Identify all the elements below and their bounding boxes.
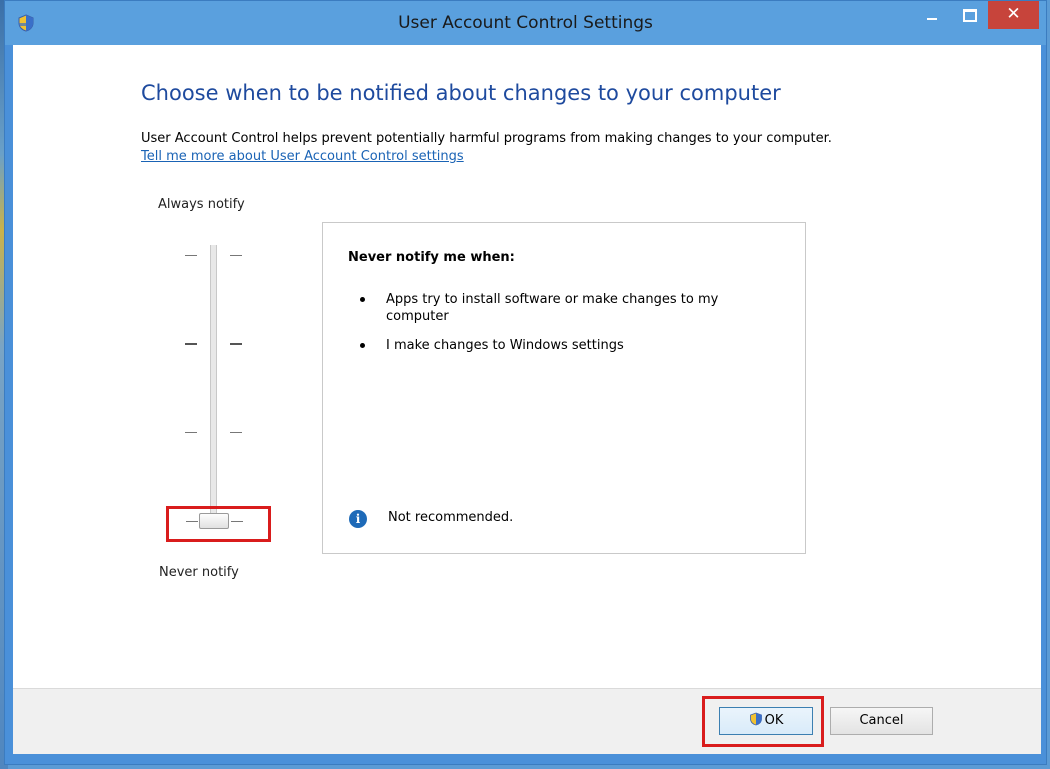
help-link[interactable]: Tell me more about User Account Control … bbox=[141, 149, 464, 164]
panel-heading: Never notify me when: bbox=[348, 250, 515, 265]
slider-top-label: Always notify bbox=[158, 197, 245, 212]
info-icon: i bbox=[349, 510, 367, 528]
notification-level-slider-track[interactable] bbox=[210, 245, 217, 520]
bullet-list: Apps try to install software or make cha… bbox=[348, 291, 778, 366]
window-title: User Account Control Settings bbox=[398, 13, 653, 33]
maximize-button[interactable] bbox=[952, 1, 986, 29]
close-button[interactable]: ✕ bbox=[988, 1, 1039, 29]
slider-tick-level-3-left bbox=[185, 343, 197, 345]
page-heading: Choose when to be notified about changes… bbox=[141, 81, 781, 105]
recommendation-text: Not recommended. bbox=[388, 510, 514, 525]
title-bar[interactable]: User Account Control Settings ✕ bbox=[5, 1, 1046, 45]
close-icon: ✕ bbox=[1006, 4, 1021, 24]
notification-description-panel: Never notify me when: Apps try to instal… bbox=[322, 222, 806, 554]
slider-tick-level-2-left bbox=[185, 432, 197, 433]
slider-tick-level-3-right bbox=[230, 343, 242, 345]
list-item: I make changes to Windows settings bbox=[348, 337, 778, 354]
minimize-button[interactable] bbox=[915, 1, 949, 29]
cancel-button[interactable]: Cancel bbox=[830, 707, 933, 735]
slider-tick-level-4-left bbox=[185, 255, 197, 256]
slider-tick-level-4-right bbox=[230, 255, 242, 256]
ok-highlight-box bbox=[702, 696, 824, 747]
description-text: User Account Control helps prevent poten… bbox=[141, 131, 832, 146]
slider-highlight-box bbox=[166, 506, 271, 542]
dialog-content: Choose when to be notified about changes… bbox=[13, 45, 1041, 688]
slider-bottom-label: Never notify bbox=[159, 565, 239, 580]
button-bar: OK Cancel bbox=[13, 688, 1041, 754]
uac-settings-window: User Account Control Settings ✕ Choose w… bbox=[4, 0, 1047, 765]
slider-tick-level-2-right bbox=[230, 432, 242, 433]
list-item: Apps try to install software or make cha… bbox=[348, 291, 778, 325]
